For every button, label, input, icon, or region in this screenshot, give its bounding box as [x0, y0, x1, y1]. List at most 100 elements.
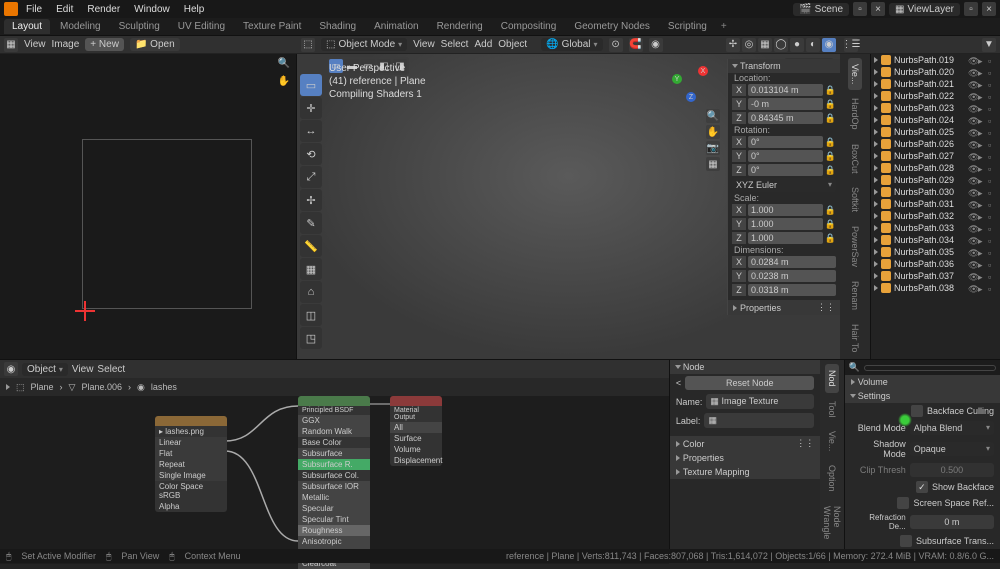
eye-icon[interactable]: 👁 [968, 284, 977, 293]
tab-shading[interactable]: Shading [311, 19, 364, 34]
tab-uv[interactable]: UV Editing [170, 19, 233, 34]
editor-type-3d-icon[interactable]: ⬚ [301, 38, 315, 52]
outliner-item[interactable]: NurbsPath.034👁▸▫ [871, 234, 1000, 246]
outliner-item[interactable]: NurbsPath.030👁▸▫ [871, 186, 1000, 198]
settings-header[interactable]: Settings [845, 389, 1000, 403]
vtab-powersav[interactable]: PowerSav [848, 220, 862, 273]
camera-vis-icon[interactable]: ▸ [978, 164, 987, 173]
eye-icon[interactable]: 👁 [968, 272, 977, 281]
vtab-renam[interactable]: Renam [848, 275, 862, 316]
vtab-boxcut[interactable]: BoxCut [848, 138, 862, 180]
backface-culling-checkbox[interactable] [911, 405, 923, 417]
eye-icon[interactable]: 👁 [968, 68, 977, 77]
camera-vis-icon[interactable]: ▸ [978, 236, 987, 245]
zoom-viewport-icon[interactable]: 🔍 [706, 109, 720, 123]
eye-icon[interactable]: 👁 [968, 80, 977, 89]
move-tool[interactable]: ↔ [300, 120, 322, 142]
shadow-mode-dropdown[interactable]: Opaque▾ [910, 442, 994, 456]
menu-file[interactable]: File [20, 2, 48, 17]
outliner-item[interactable]: NurbsPath.026👁▸▫ [871, 138, 1000, 150]
outliner[interactable]: NurbsPath.019👁▸▫NurbsPath.020👁▸▫NurbsPat… [870, 54, 1000, 359]
outliner-item[interactable]: NurbsPath.038👁▸▫ [871, 282, 1000, 294]
outliner-item[interactable]: NurbsPath.022👁▸▫ [871, 90, 1000, 102]
editor-type-icon[interactable]: ▦ [4, 38, 18, 52]
axis-z-icon[interactable]: Z [686, 92, 696, 102]
show-backface-checkbox[interactable] [916, 481, 928, 493]
lock-icon[interactable]: 🔒 [825, 165, 836, 176]
filter-icon[interactable]: ▼ [982, 38, 996, 52]
disable-icon[interactable]: ▫ [988, 224, 997, 233]
eye-icon[interactable]: 👁 [968, 224, 977, 233]
rotate-tool[interactable]: ⟲ [300, 143, 322, 165]
camera-vis-icon[interactable]: ▸ [978, 92, 987, 101]
camera-vis-icon[interactable]: ▸ [978, 248, 987, 257]
lock-icon[interactable]: 🔒 [825, 219, 836, 230]
disable-icon[interactable]: ▫ [988, 68, 997, 77]
reset-node-button[interactable]: Reset Node [685, 376, 814, 390]
shader-type-dropdown[interactable]: Object▾ [22, 363, 68, 376]
cursor-tool[interactable]: ✛ [300, 97, 322, 119]
nav-gizmo[interactable]: X Y Z [668, 62, 710, 104]
axis-y-icon[interactable]: Y [672, 74, 682, 84]
overlay-icon[interactable]: ◎ [742, 38, 756, 52]
vtab-view[interactable]: Vie... [848, 58, 862, 90]
outliner-item[interactable]: NurbsPath.027👁▸▫ [871, 150, 1000, 162]
outliner-item[interactable]: NurbsPath.020👁▸▫ [871, 66, 1000, 78]
extra-tool-1[interactable]: ⌂ [300, 281, 322, 303]
eye-icon[interactable]: 👁 [968, 188, 977, 197]
camera-vis-icon[interactable]: ▸ [978, 284, 987, 293]
n-properties-header[interactable]: Properties⋮⋮ [728, 300, 840, 315]
disable-icon[interactable]: ▫ [988, 80, 997, 89]
camera-vis-icon[interactable]: ▸ [978, 272, 987, 281]
shading-solid-icon[interactable]: ● [790, 38, 804, 52]
disable-icon[interactable]: ▫ [988, 248, 997, 257]
subsurface-checkbox[interactable] [900, 535, 912, 547]
nvtab-option[interactable]: Option [825, 459, 839, 498]
dim-z-field[interactable]: 0.0318 m [748, 284, 836, 296]
gizmo-icon[interactable]: ✢ [726, 38, 740, 52]
outliner-item[interactable]: NurbsPath.025👁▸▫ [871, 126, 1000, 138]
dim-x-field[interactable]: 0.0284 m [748, 256, 836, 268]
disable-icon[interactable]: ▫ [988, 128, 997, 137]
outliner-item[interactable]: NurbsPath.024👁▸▫ [871, 114, 1000, 126]
scale-tool[interactable]: ⤢ [300, 166, 322, 188]
camera-vis-icon[interactable]: ▸ [978, 200, 987, 209]
shading-rendered-icon[interactable]: ◉ [822, 38, 836, 52]
new-image-button[interactable]: + New [85, 38, 124, 51]
vp-object-menu[interactable]: Object [498, 39, 527, 50]
extra-tool-3[interactable]: ◳ [300, 327, 322, 349]
tab-animation[interactable]: Animation [366, 19, 426, 34]
viewlayer-selector[interactable]: ▦ ViewLayer [889, 3, 960, 16]
rot-y-field[interactable]: 0° [748, 150, 823, 162]
viewlayer-delete-icon[interactable]: × [982, 2, 996, 16]
eye-icon[interactable]: 👁 [968, 56, 977, 65]
lock-icon[interactable]: 🔒 [825, 205, 836, 216]
mode-dropdown[interactable]: ⬚ Object Mode ▾ [321, 38, 407, 51]
outliner-item[interactable]: NurbsPath.029👁▸▫ [871, 174, 1000, 186]
camera-vis-icon[interactable]: ▸ [978, 128, 987, 137]
uv-view-menu[interactable]: View [24, 39, 46, 50]
transform-tool[interactable]: ✢ [300, 189, 322, 211]
3d-viewport[interactable]: ▭ ▬ ▭ ◧ ◨ Options ▾ ▭ ✛ ↔ ⟲ ⤢ ✢ ✎ 📏 ▦ ⌂ … [297, 54, 840, 359]
tab-compositing[interactable]: Compositing [493, 19, 565, 34]
eye-icon[interactable]: 👁 [968, 212, 977, 221]
tab-texture[interactable]: Texture Paint [235, 19, 309, 34]
eye-icon[interactable]: 👁 [968, 104, 977, 113]
axis-x-icon[interactable]: X [698, 66, 708, 76]
camera-vis-icon[interactable]: ▸ [978, 212, 987, 221]
disable-icon[interactable]: ▫ [988, 92, 997, 101]
blend-mode-dropdown[interactable]: Alpha Blend▾ [910, 421, 994, 435]
lock-icon[interactable]: 🔒 [825, 85, 836, 96]
disable-icon[interactable]: ▫ [988, 188, 997, 197]
lock-icon[interactable]: 🔒 [825, 99, 836, 110]
proportional-icon[interactable]: ◉ [649, 38, 663, 52]
scale-y-field[interactable]: 1.000 [748, 218, 823, 230]
disable-icon[interactable]: ▫ [988, 260, 997, 269]
outliner-item[interactable]: NurbsPath.033👁▸▫ [871, 222, 1000, 234]
eye-icon[interactable]: 👁 [968, 116, 977, 125]
menu-render[interactable]: Render [81, 2, 126, 17]
camera-vis-icon[interactable]: ▸ [978, 116, 987, 125]
open-image-button[interactable]: 📁 Open [130, 38, 180, 51]
add-workspace-icon[interactable]: + [721, 21, 727, 32]
disable-icon[interactable]: ▫ [988, 236, 997, 245]
